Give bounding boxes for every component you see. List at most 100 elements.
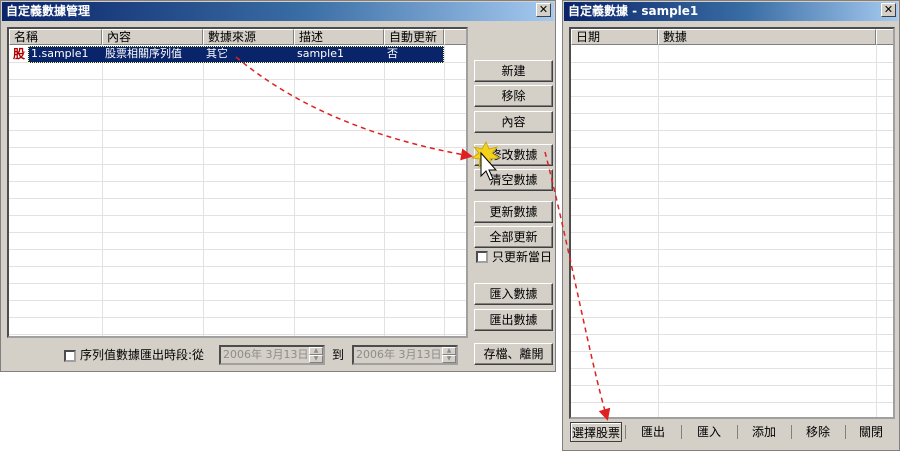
main-window: 自定義數據管理 ✕ 名稱 內容 數據來源 描述 自動更新 股 1.sample1… xyxy=(0,0,556,372)
main-window-title: 自定義數據管理 xyxy=(6,4,91,18)
grid-line xyxy=(9,181,466,182)
toolbar-separator xyxy=(845,425,846,439)
column-header-name[interactable]: 名稱 xyxy=(9,29,102,45)
grid-line xyxy=(571,300,893,301)
grid-column-line xyxy=(203,45,204,336)
from-date-value: 2006年 3月13日 xyxy=(223,348,309,361)
export-period-checkbox[interactable] xyxy=(64,350,76,362)
grid-column-line xyxy=(876,45,877,417)
main-window-titlebar[interactable]: 自定義數據管理 xyxy=(2,2,554,21)
grid-column-line xyxy=(102,45,103,336)
grid-column-line xyxy=(658,45,659,417)
grid-line xyxy=(9,317,466,318)
to-date-picker[interactable]: 2006年 3月13日 ▲ ▼ xyxy=(352,345,458,365)
select-stock-button[interactable]: 選擇股票 xyxy=(570,422,622,442)
column-header-source[interactable]: 數據來源 xyxy=(203,29,294,45)
table-row[interactable]: 股 1.sample1 股票相關序列值 其它 sample1 否 xyxy=(9,46,466,63)
grid-line xyxy=(571,181,893,182)
toolbar-separator xyxy=(791,425,792,439)
column-header-content[interactable]: 內容 xyxy=(102,29,203,45)
column-header-auto-update[interactable]: 自動更新 xyxy=(384,29,444,45)
data-window-title: 自定義數據 - sample1 xyxy=(568,4,699,18)
cell-auto-update: 否 xyxy=(387,47,398,60)
close-icon: ✕ xyxy=(538,3,549,16)
column-header-label: 數據 xyxy=(663,30,688,44)
grid-line xyxy=(9,266,466,267)
clear-data-button[interactable]: 清空數據 xyxy=(474,169,553,191)
grid-line xyxy=(9,300,466,301)
grid-line xyxy=(9,164,466,165)
grid-line xyxy=(9,147,466,148)
grid-line xyxy=(571,147,893,148)
grid-line xyxy=(571,385,893,386)
grid-column-line xyxy=(294,45,295,336)
column-header-date[interactable]: 日期 xyxy=(571,29,658,45)
modify-data-button[interactable]: 修改數據 xyxy=(474,144,553,166)
grid-line xyxy=(571,334,893,335)
grid-line xyxy=(571,215,893,216)
data-window: 自定義數據 - sample1 ✕ 日期 數據 選擇股票 匯出 匯入 添加 移除… xyxy=(562,0,900,451)
save-exit-button[interactable]: 存檔、離開 xyxy=(474,343,553,365)
to-date-value: 2006年 3月13日 xyxy=(356,348,442,361)
custom-data-list[interactable]: 名稱 內容 數據來源 描述 自動更新 股 1.sample1 股票相關序列值 其… xyxy=(7,27,468,338)
data-close-button[interactable]: ✕ xyxy=(881,3,896,17)
grid-line xyxy=(571,249,893,250)
grid-line xyxy=(571,317,893,318)
column-header-description[interactable]: 描述 xyxy=(294,29,384,45)
grid-line xyxy=(571,368,893,369)
from-date-picker[interactable]: 2006年 3月13日 ▲ ▼ xyxy=(219,345,325,365)
only-today-label: 只更新當日 xyxy=(492,250,553,264)
cell-source: 其它 xyxy=(206,47,228,60)
data-toolbar: 選擇股票 匯出 匯入 添加 移除 關閉 xyxy=(569,422,895,444)
column-header-label: 內容 xyxy=(107,30,132,44)
grid-line xyxy=(9,334,466,335)
spin-down-icon[interactable]: ▼ xyxy=(442,355,456,363)
export-period-label: 序列值數據匯出時段:從 xyxy=(80,348,205,362)
remove-button[interactable]: 移除 xyxy=(474,85,553,107)
grid-line xyxy=(9,215,466,216)
remove-row-button[interactable]: 移除 xyxy=(793,422,843,442)
data-list[interactable]: 日期 數據 xyxy=(569,27,895,419)
grid-line xyxy=(571,130,893,131)
grid-line xyxy=(9,96,466,97)
new-button[interactable]: 新建 xyxy=(474,60,553,82)
grid-line xyxy=(571,351,893,352)
column-header-label: 日期 xyxy=(576,30,601,44)
import-data-button[interactable]: 匯入數據 xyxy=(474,283,553,305)
column-header-label: 自動更新 xyxy=(389,30,438,44)
grid-line xyxy=(9,232,466,233)
close-window-button[interactable]: 關閉 xyxy=(847,422,895,442)
grid-line xyxy=(9,130,466,131)
data-window-titlebar[interactable]: 自定義數據 - sample1 xyxy=(564,2,898,21)
grid-line xyxy=(571,96,893,97)
cell-description: sample1 xyxy=(297,47,344,60)
import-button[interactable]: 匯入 xyxy=(683,422,735,442)
update-data-button[interactable]: 更新數據 xyxy=(474,201,553,223)
grid-column-line xyxy=(444,45,445,336)
export-button[interactable]: 匯出 xyxy=(627,422,679,442)
grid-line xyxy=(571,113,893,114)
add-button[interactable]: 添加 xyxy=(739,422,789,442)
content-button[interactable]: 內容 xyxy=(474,111,553,133)
grid-line xyxy=(571,283,893,284)
column-header-data[interactable]: 數據 xyxy=(658,29,876,45)
to-label: 到 xyxy=(332,348,345,362)
update-all-button[interactable]: 全部更新 xyxy=(474,226,553,248)
spin-up-icon[interactable]: ▲ xyxy=(309,347,323,355)
grid-line xyxy=(9,113,466,114)
spin-up-icon[interactable]: ▲ xyxy=(442,347,456,355)
toolbar-separator xyxy=(681,425,682,439)
grid-line xyxy=(571,232,893,233)
spin-down-icon[interactable]: ▼ xyxy=(309,355,323,363)
column-header-label: 數據來源 xyxy=(208,30,257,44)
cell-name: 1.sample1 xyxy=(31,47,89,60)
grid-line xyxy=(571,198,893,199)
grid-line xyxy=(571,62,893,63)
grid-line xyxy=(571,164,893,165)
column-header-empty xyxy=(444,29,466,45)
only-today-checkbox[interactable] xyxy=(476,251,488,263)
column-header-label: 描述 xyxy=(299,30,324,44)
toolbar-separator xyxy=(625,425,626,439)
main-close-button[interactable]: ✕ xyxy=(536,3,551,17)
export-data-button[interactable]: 匯出數據 xyxy=(474,309,553,331)
